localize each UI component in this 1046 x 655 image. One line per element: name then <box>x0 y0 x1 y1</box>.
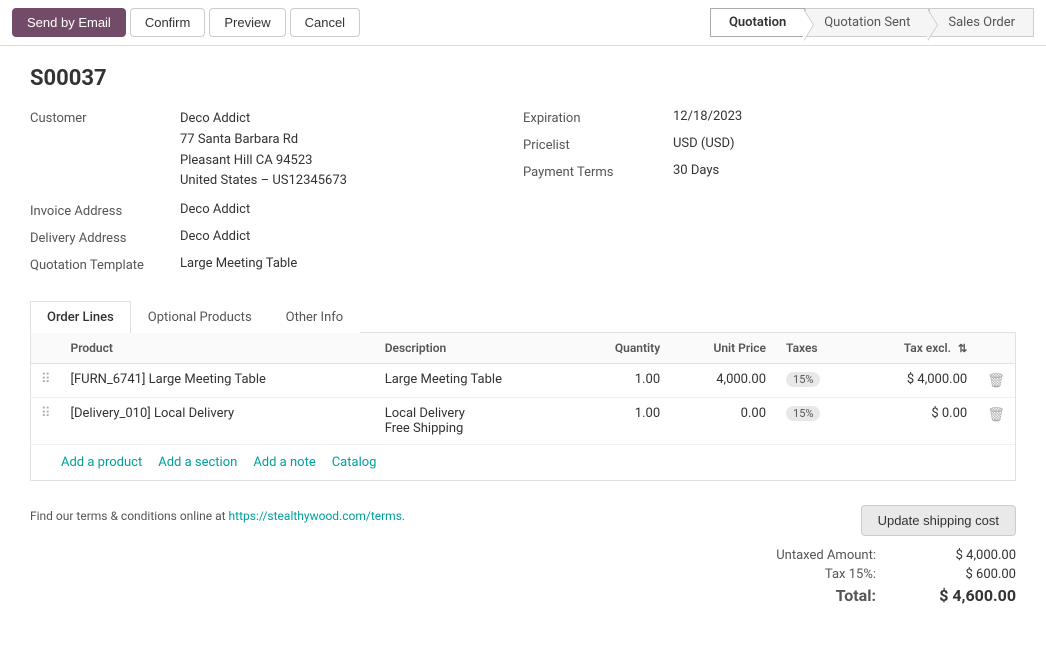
delete-row1-button[interactable]: 🗑 <box>987 372 1005 389</box>
quotation-template-value: Large Meeting Table <box>180 256 297 271</box>
customer-label: Customer <box>30 109 180 126</box>
quantity-header: Quantity <box>575 333 670 364</box>
toolbar: Send by Email Confirm Preview Cancel Quo… <box>0 0 1046 46</box>
form-right: Expiration 12/18/2023 Pricelist USD (USD… <box>523 109 1016 283</box>
unit-price-header: Unit Price <box>670 333 776 364</box>
row2-quantity: 1.00 <box>575 398 670 445</box>
order-summary: Update shipping cost Untaxed Amount: $ 4… <box>776 505 1016 609</box>
expiration-value: 12/18/2023 <box>673 109 742 124</box>
pricelist-label: Pricelist <box>523 136 673 153</box>
order-lines-section: Product Description Quantity Unit Price … <box>30 332 1016 481</box>
status-quotation[interactable]: Quotation <box>710 8 805 37</box>
table-row: ⠿ [FURN_6741] Large Meeting Table Large … <box>31 364 1015 398</box>
form-left: Customer Deco Addict 77 Santa Barbara Rd… <box>30 109 523 283</box>
tabs: Order Lines Optional Products Other Info <box>30 301 1016 333</box>
total-label: Total: <box>836 586 876 605</box>
customer-row: Customer Deco Addict 77 Santa Barbara Rd… <box>30 109 523 192</box>
row2-unit-price: 0.00 <box>670 398 776 445</box>
payment-terms-row: Payment Terms 30 Days <box>523 163 1016 180</box>
row2-description: Local Delivery Free Shipping <box>375 398 575 445</box>
delivery-address-value: Deco Addict <box>180 229 250 244</box>
row2-taxes: 15% <box>776 398 855 445</box>
update-shipping-button[interactable]: Update shipping cost <box>861 505 1016 536</box>
row1-product: [FURN_6741] Large Meeting Table <box>61 364 375 398</box>
invoice-address-label: Invoice Address <box>30 202 180 219</box>
untaxed-label: Untaxed Amount: <box>776 548 876 563</box>
expiration-row: Expiration 12/18/2023 <box>523 109 1016 126</box>
payment-terms-label: Payment Terms <box>523 163 673 180</box>
total-value: $ 4,600.00 <box>936 586 1016 605</box>
tax-label: Tax 15%: <box>825 567 876 582</box>
delivery-address-label: Delivery Address <box>30 229 180 246</box>
cancel-button[interactable]: Cancel <box>290 8 360 37</box>
delete-col <box>977 333 1015 364</box>
tab-optional-products[interactable]: Optional Products <box>131 301 269 333</box>
customer-value: Deco Addict 77 Santa Barbara Rd Pleasant… <box>180 109 347 192</box>
footer-section: Find our terms & conditions online at ht… <box>30 489 1016 625</box>
add-product-link[interactable]: Add a product <box>61 455 142 470</box>
drag-col <box>31 333 61 364</box>
row1-tax-excl: $ 4,000.00 <box>855 364 977 398</box>
status-quotation-sent[interactable]: Quotation Sent <box>805 8 929 37</box>
payment-terms-value: 30 Days <box>673 163 719 178</box>
drag-handle[interactable]: ⠿ <box>31 398 61 445</box>
row1-quantity: 1.00 <box>575 364 670 398</box>
main-content: S00037 Customer Deco Addict 77 Santa Bar… <box>0 46 1046 645</box>
row1-delete[interactable]: 🗑 <box>977 364 1015 398</box>
status-bar: Quotation Quotation Sent Sales Order <box>710 8 1034 37</box>
tab-other-info[interactable]: Other Info <box>269 301 361 333</box>
row1-unit-price: 4,000.00 <box>670 364 776 398</box>
invoice-address-value: Deco Addict <box>180 202 250 217</box>
tax-value: $ 600.00 <box>936 567 1016 582</box>
preview-button[interactable]: Preview <box>209 8 285 37</box>
untaxed-amount-row: Untaxed Amount: $ 4,000.00 <box>776 548 1016 563</box>
pricelist-row: Pricelist USD (USD) <box>523 136 1016 153</box>
row1-taxes: 15% <box>776 364 855 398</box>
delete-row2-button[interactable]: 🗑 <box>987 406 1005 423</box>
quotation-template-row: Quotation Template Large Meeting Table <box>30 256 523 273</box>
add-section-link[interactable]: Add a section <box>158 455 237 470</box>
row1-description: Large Meeting Table <box>375 364 575 398</box>
confirm-button[interactable]: Confirm <box>130 8 206 37</box>
terms-section: Find our terms & conditions online at ht… <box>30 505 405 523</box>
terms-link[interactable]: https://stealthywood.com/terms. <box>229 509 406 523</box>
add-note-link[interactable]: Add a note <box>253 455 315 470</box>
add-links: Add a product Add a section Add a note C… <box>31 445 1015 480</box>
invoice-address-row: Invoice Address Deco Addict <box>30 202 523 219</box>
drag-handle[interactable]: ⠿ <box>31 364 61 398</box>
order-lines-table: Product Description Quantity Unit Price … <box>31 333 1015 445</box>
product-header: Product <box>61 333 375 364</box>
columns-toggle-icon[interactable]: ⇅ <box>958 342 967 355</box>
description-header: Description <box>375 333 575 364</box>
quotation-template-label: Quotation Template <box>30 256 180 273</box>
terms-text: Find our terms & conditions online at ht… <box>30 509 405 523</box>
send-email-button[interactable]: Send by Email <box>12 8 126 37</box>
status-sales-order[interactable]: Sales Order <box>929 8 1034 37</box>
table-row: ⠿ [Delivery_010] Local Delivery Local De… <box>31 398 1015 445</box>
order-form: Customer Deco Addict 77 Santa Barbara Rd… <box>30 109 1016 283</box>
row2-product: [Delivery_010] Local Delivery <box>61 398 375 445</box>
table-header-row: Product Description Quantity Unit Price … <box>31 333 1015 364</box>
taxes-header: Taxes <box>776 333 855 364</box>
delivery-address-row: Delivery Address Deco Addict <box>30 229 523 246</box>
pricelist-value: USD (USD) <box>673 136 735 151</box>
catalog-link[interactable]: Catalog <box>332 455 377 470</box>
tax-excl-header: Tax excl. ⇅ <box>855 333 977 364</box>
tax-row: Tax 15%: $ 600.00 <box>776 567 1016 582</box>
row2-delete[interactable]: 🗑 <box>977 398 1015 445</box>
order-id: S00037 <box>30 66 1016 91</box>
row2-tax-excl: $ 0.00 <box>855 398 977 445</box>
tab-order-lines[interactable]: Order Lines <box>30 301 131 333</box>
total-row: Total: $ 4,600.00 <box>776 586 1016 605</box>
untaxed-value: $ 4,000.00 <box>936 548 1016 563</box>
expiration-label: Expiration <box>523 109 673 126</box>
